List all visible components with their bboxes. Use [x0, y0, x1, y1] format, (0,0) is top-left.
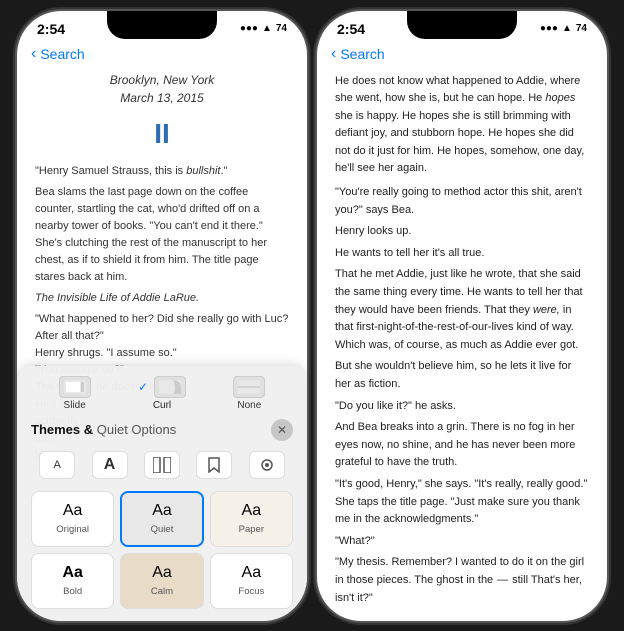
theme-focus[interactable]: Aa Focus	[210, 553, 293, 609]
battery-icon: 74	[276, 23, 287, 34]
close-button[interactable]: ✕	[271, 419, 293, 441]
theme-paper-label: Paper	[239, 524, 264, 535]
none-label: None	[237, 400, 261, 411]
right-book-content: He does not know what happened to Addie,…	[317, 67, 607, 607]
right-para-4: He wants to tell her it's all true.	[335, 245, 589, 263]
scroll-options: Slide ✓ Curl None	[31, 376, 293, 411]
right-status-icons: ●●● ▲ 74	[540, 23, 587, 34]
theme-quiet-label: Quiet	[151, 524, 174, 535]
theme-original-label: Original	[56, 524, 89, 535]
location-line2: March 13, 2015	[35, 89, 289, 107]
curl-label: Curl	[153, 400, 171, 411]
left-back-button[interactable]: ‹ Search	[31, 45, 85, 63]
font-increase-button[interactable]: A	[92, 451, 128, 479]
left-back-label: Search	[40, 46, 84, 62]
scroll-none[interactable]: None	[206, 376, 293, 411]
right-wifi-icon: ▲	[562, 23, 572, 34]
right-para-8: And Bea breaks into a grin. There is no …	[335, 419, 589, 472]
book-para-2: Bea slams the last page down on the coff…	[35, 184, 289, 286]
theme-quiet[interactable]: Aa Quiet	[120, 491, 203, 547]
left-status-icons: ●●● ▲ 74	[240, 23, 287, 34]
theme-calm-label: Calm	[151, 586, 173, 597]
right-back-button[interactable]: ‹ Search	[331, 45, 385, 63]
themes-header: Themes & Quiet Options ✕	[31, 419, 293, 441]
right-nav-bar: ‹ Search	[317, 41, 607, 67]
themes-title: Themes & Quiet Options	[31, 422, 176, 437]
none-icon	[233, 376, 265, 398]
signal-icon: ●●●	[240, 23, 258, 34]
phones-container: 2:54 ●●● ▲ 74 ‹ Search Brooklyn, New Yor…	[7, 1, 617, 631]
columns-button[interactable]	[144, 451, 180, 479]
chapter-number: II	[35, 113, 289, 155]
theme-paper[interactable]: Aa Paper	[210, 491, 293, 547]
chevron-left-icon: ‹	[31, 45, 36, 63]
scroll-curl[interactable]: ✓ Curl	[118, 376, 205, 411]
themes-grid: Aa Original Aa Quiet Aa Paper Aa Bold Aa	[31, 491, 293, 609]
right-para-11: "My thesis. Remember? I wanted to do it …	[335, 554, 589, 606]
right-battery-icon: 74	[576, 23, 587, 34]
theme-bold-label: Bold	[63, 586, 82, 597]
right-phone: 2:54 ●●● ▲ 74 ‹ Search He does not know …	[317, 11, 607, 621]
theme-original-aa: Aa	[63, 502, 83, 520]
curl-icon	[154, 376, 186, 398]
display-button[interactable]	[249, 451, 285, 479]
theme-focus-aa: Aa	[242, 564, 262, 582]
right-para-5: That he met Addie, just like he wrote, t…	[335, 266, 589, 354]
toolbar-row: A A	[31, 447, 293, 483]
check-icon: ✓	[138, 380, 148, 394]
right-para-3: Henry looks up.	[335, 223, 589, 241]
bottom-panel: Slide ✓ Curl None	[17, 366, 307, 621]
right-signal-icon: ●●●	[540, 23, 558, 34]
theme-bold-aa: Aa	[62, 564, 82, 582]
left-time: 2:54	[37, 21, 65, 37]
font-decrease-button[interactable]: A	[39, 451, 75, 479]
book-para-3: The Invisible Life of Addie LaRue.	[35, 290, 289, 307]
left-nav-bar: ‹ Search	[17, 41, 307, 67]
theme-original[interactable]: Aa Original	[31, 491, 114, 547]
right-time: 2:54	[337, 21, 365, 37]
location-line1: Brooklyn, New York	[35, 71, 289, 89]
slide-icon	[59, 376, 91, 398]
scroll-slide[interactable]: Slide	[31, 376, 118, 411]
theme-focus-label: Focus	[238, 586, 264, 597]
theme-calm[interactable]: Aa Calm	[120, 553, 203, 609]
right-chevron-left-icon: ‹	[331, 45, 336, 63]
right-para-9: "It's good, Henry," she says. "It's real…	[335, 476, 589, 529]
book-para-5: Henry shrugs. "I assume so."	[35, 345, 289, 362]
book-para-1: "Henry Samuel Strauss, this is bullshit.…	[35, 163, 289, 180]
right-notch	[407, 11, 517, 39]
theme-calm-aa: Aa	[152, 564, 172, 582]
notch	[107, 11, 217, 39]
theme-paper-aa: Aa	[242, 502, 262, 520]
right-back-label: Search	[340, 46, 384, 62]
right-para-10: "What?"	[335, 533, 589, 551]
left-phone: 2:54 ●●● ▲ 74 ‹ Search Brooklyn, New Yor…	[17, 11, 307, 621]
right-para-2: "You're really going to method actor thi…	[335, 184, 589, 219]
bookmark-button[interactable]	[196, 451, 232, 479]
wifi-icon: ▲	[262, 23, 272, 34]
book-header: Brooklyn, New York March 13, 2015	[35, 71, 289, 107]
book-para-4: "What happened to her? Did she really go…	[35, 311, 289, 345]
right-para-7: "Do you like it?" he asks.	[335, 398, 589, 416]
right-para-6: But she wouldn't believe him, so he lets…	[335, 358, 589, 393]
right-para-1: He does not know what happened to Addie,…	[335, 73, 589, 179]
theme-quiet-aa: Aa	[152, 502, 172, 520]
slide-label: Slide	[64, 400, 86, 411]
theme-bold[interactable]: Aa Bold	[31, 553, 114, 609]
